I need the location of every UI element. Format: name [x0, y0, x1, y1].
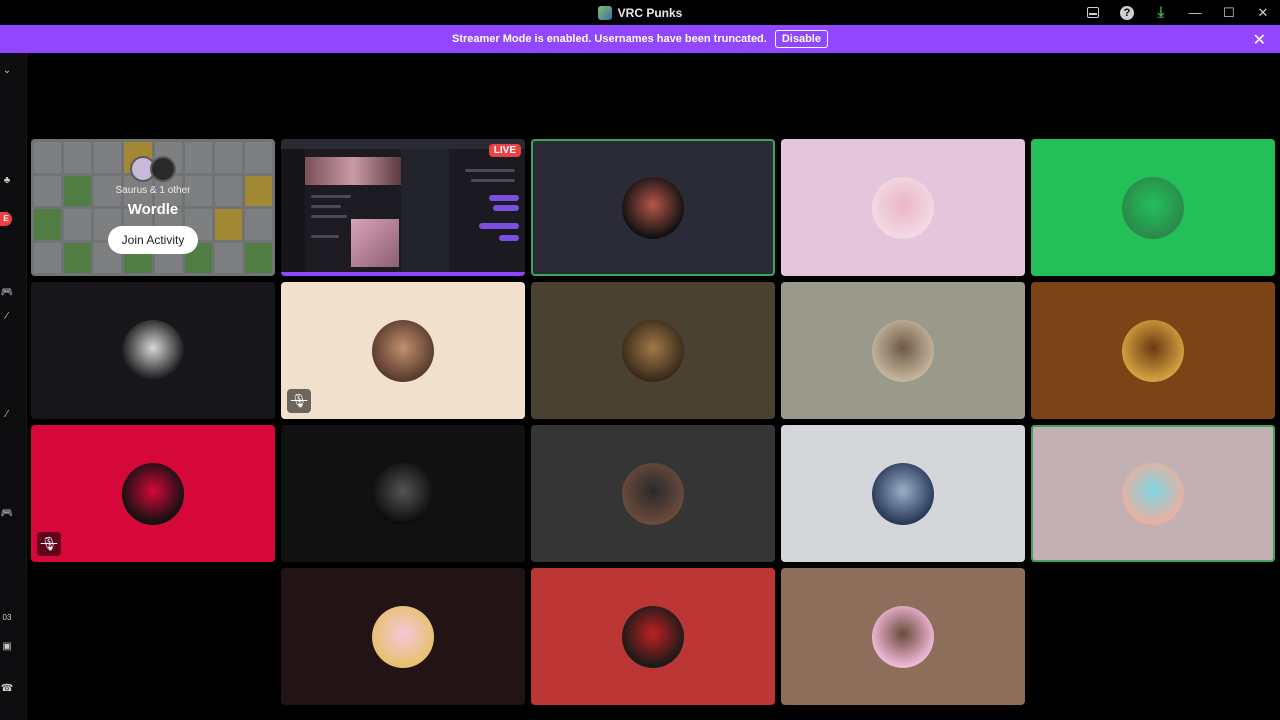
participant-tile[interactable]: [1031, 425, 1275, 562]
inbox-icon: [1087, 7, 1099, 18]
title-bar: VRC Punks ? ⤓ — ☐ ✕: [0, 0, 1280, 25]
avatar: [872, 462, 934, 525]
avatar: [150, 155, 176, 182]
live-indicator: E: [0, 212, 12, 226]
avatar: [872, 605, 934, 668]
banner-text: Streamer Mode is enabled. Usernames have…: [452, 33, 767, 45]
help-button[interactable]: ?: [1110, 0, 1144, 25]
banner-close-icon[interactable]: ✕: [1253, 30, 1266, 50]
avatar: [372, 605, 434, 668]
avatar: [122, 319, 184, 382]
participant-tile[interactable]: [281, 568, 525, 705]
participant-tile[interactable]: [531, 139, 775, 276]
download-button[interactable]: ⤓: [1144, 0, 1178, 25]
avatar: [872, 319, 934, 382]
participant-tile[interactable]: [781, 282, 1025, 419]
title-bar-actions: ? ⤓ — ☐ ✕: [1076, 0, 1280, 25]
activity-participants: Saurus & 1 other: [115, 184, 191, 196]
disconnect-icon[interactable]: ☎: [0, 683, 14, 694]
avatar: [372, 462, 434, 525]
muted-mic-icon: 🎙: [37, 532, 61, 556]
participant-tile[interactable]: [781, 568, 1025, 705]
settings-icon[interactable]: ▣: [0, 641, 14, 652]
avatar: [622, 605, 684, 668]
avatar: [372, 319, 434, 382]
participant-tile[interactable]: [31, 282, 275, 419]
help-icon: ?: [1120, 5, 1134, 20]
avatar: [622, 319, 684, 382]
game-icon[interactable]: 🎮: [0, 287, 14, 298]
muted-icon-2: ⁄: [6, 409, 8, 420]
streamer-mode-banner: Streamer Mode is enabled. Usernames have…: [0, 25, 1280, 53]
game-icon-2[interactable]: 🎮: [0, 508, 14, 519]
participant-tile[interactable]: [781, 425, 1025, 562]
user-count: 03: [2, 613, 12, 622]
muted-mic-icon: 🎙: [287, 389, 311, 413]
participant-tile[interactable]: [531, 425, 775, 562]
stream-tile[interactable]: LIVE: [281, 139, 525, 276]
window-title: VRC Punks: [617, 5, 683, 20]
avatar: [1122, 462, 1184, 525]
activity-tile[interactable]: Saurus & 1 other Wordle Join Activity: [31, 139, 275, 276]
download-icon: ⤓: [1157, 4, 1165, 21]
activity-name: Wordle: [127, 200, 179, 218]
participant-tile[interactable]: 🎙: [281, 282, 525, 419]
participant-tile[interactable]: [281, 425, 525, 562]
activity-overlay: Saurus & 1 other Wordle Join Activity: [31, 139, 275, 276]
disable-streamer-mode-button[interactable]: Disable: [774, 30, 828, 48]
participant-tile[interactable]: [781, 139, 1025, 276]
inbox-button[interactable]: [1076, 0, 1110, 25]
close-window-button[interactable]: ✕: [1246, 0, 1280, 25]
maximize-button[interactable]: ☐: [1212, 0, 1246, 25]
server-icon: [597, 5, 612, 20]
activity-participant-avatars: [130, 155, 176, 182]
muted-icon: ⁄: [6, 311, 8, 322]
activity-icon[interactable]: ♣: [0, 175, 14, 186]
avatar: [622, 176, 684, 239]
avatar: [1122, 176, 1184, 239]
participant-tile[interactable]: [531, 568, 775, 705]
participant-tile[interactable]: [1031, 282, 1275, 419]
avatar: [872, 176, 934, 239]
participant-tile[interactable]: [531, 282, 775, 419]
avatar: [622, 462, 684, 525]
participant-tile[interactable]: [1031, 139, 1275, 276]
participant-tile[interactable]: 🎙: [31, 425, 275, 562]
avatar: [1122, 319, 1184, 382]
stream-preview: [281, 139, 525, 276]
chevron-down-icon[interactable]: ⌄: [0, 65, 14, 76]
minimize-button[interactable]: —: [1178, 0, 1212, 25]
avatar: [122, 462, 184, 525]
channel-sidebar-edge: ⌄ ♣ E 🎮 ⁄ ⁄ 🎮 03 ▣ ☎: [0, 53, 27, 720]
live-badge: LIVE: [488, 144, 521, 157]
join-activity-button[interactable]: Join Activity: [107, 225, 199, 254]
